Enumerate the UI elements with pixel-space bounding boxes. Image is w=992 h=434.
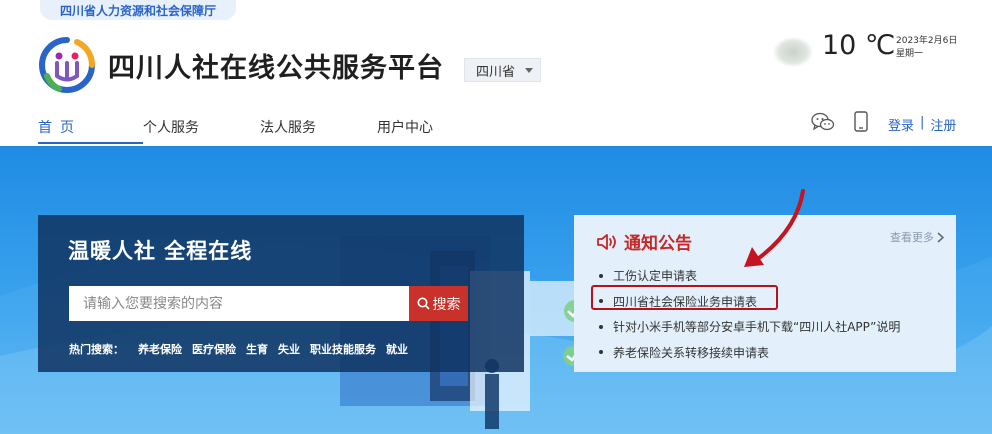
hot-search-term[interactable]: 养老保险	[138, 341, 182, 357]
chevron-right-icon	[937, 231, 944, 243]
hot-searches: 热门搜索： 养老保险 医疗保险 生育 失业 职业技能服务 就业	[69, 341, 408, 357]
hot-search-term[interactable]: 失业	[278, 341, 300, 357]
province-select[interactable]: 四川省	[464, 58, 541, 82]
highlight-box	[591, 285, 778, 310]
date-text: 2023年2月6日	[896, 36, 958, 46]
nav-item-personal-services[interactable]: 个人服务	[143, 117, 260, 144]
auth-links: 登录 | 注册	[888, 115, 956, 134]
login-link[interactable]: 登录	[888, 115, 914, 134]
notice-title: 通知公告	[624, 234, 692, 254]
view-more-link[interactable]: 查看更多	[890, 229, 944, 245]
department-tag: 四川省人力资源和社会保障厅	[40, 0, 236, 20]
nav-item-home[interactable]: 首页	[38, 117, 143, 144]
search-button-label: 搜索	[432, 296, 461, 313]
mobile-phone-icon[interactable]	[854, 111, 868, 132]
notice-list: 工伤认定申请表 四川省社会保险业务申请表 针对小米手机等部分安卓手机下载“四川人…	[599, 263, 900, 365]
hot-search-term[interactable]: 生育	[246, 341, 268, 357]
search-icon	[417, 297, 430, 310]
cloud-icon	[773, 37, 813, 67]
view-more-label: 查看更多	[890, 231, 934, 244]
wechat-icon[interactable]	[811, 112, 835, 132]
notice-header: 通知公告	[596, 229, 692, 254]
hot-search-term[interactable]: 就业	[386, 341, 408, 357]
province-select-value: 四川省	[476, 64, 516, 80]
notice-item[interactable]: 养老保险关系转移接续申请表	[599, 340, 900, 366]
hot-search-term[interactable]: 医疗保险	[192, 341, 236, 357]
caret-down-icon	[525, 67, 534, 73]
search-input[interactable]	[69, 286, 409, 321]
register-link[interactable]: 注册	[930, 115, 956, 134]
auth-separator: |	[920, 115, 925, 130]
site-logo-icon[interactable]	[37, 36, 97, 94]
weekday-text: 星期一	[896, 49, 924, 59]
red-arrow-annotation	[744, 189, 805, 267]
temperature: 10 ℃	[822, 30, 896, 61]
date-block: 2023年2月6日 星期一	[896, 35, 957, 61]
hero-slogan: 温暖人社 全程在线	[68, 239, 253, 263]
hot-search-label: 热门搜索：	[69, 343, 124, 356]
notice-item[interactable]: 针对小米手机等部分安卓手机下载“四川人社APP”说明	[599, 314, 900, 340]
site-title: 四川人社在线公共服务平台	[108, 53, 444, 84]
search-button[interactable]: 搜索	[409, 286, 468, 321]
nav-item-user-center[interactable]: 用户中心	[377, 117, 433, 144]
nav-item-corporate-services[interactable]: 法人服务	[260, 117, 377, 144]
search-panel: 温暖人社 全程在线 搜索 热门搜索： 养老保险 医疗保险 生育 失业 职业技能服…	[38, 215, 524, 372]
speaker-icon	[597, 233, 616, 250]
hot-search-term[interactable]: 职业技能服务	[310, 341, 376, 357]
main-nav: 首页 个人服务 法人服务 用户中心	[38, 117, 433, 144]
